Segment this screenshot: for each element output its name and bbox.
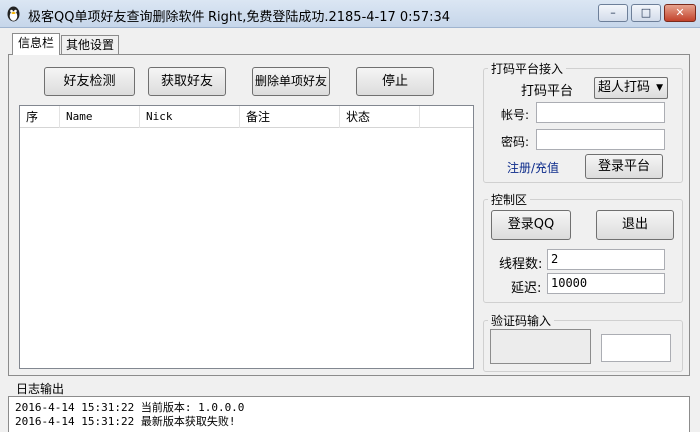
maximize-button[interactable]: □ xyxy=(631,4,661,22)
platform-select-value: 超人打码 xyxy=(598,80,651,95)
stop-button[interactable]: 停止 xyxy=(356,67,434,96)
window-status-text: Right,免费登陆成功.2185-4-17 0:57:34 xyxy=(208,10,451,25)
captcha-image xyxy=(490,329,591,364)
friend-check-button[interactable]: 好友检测 xyxy=(44,67,135,96)
column-header-nick[interactable]: Nick xyxy=(140,106,240,128)
window-title: 极客QQ单项好友查询删除软件 xyxy=(28,10,205,25)
password-label: 密码: xyxy=(501,135,530,149)
log-output-box[interactable]: 2016-4-14 15:31:22 当前版本: 1.0.0.0 2016-4-… xyxy=(8,396,690,432)
friend-list-table[interactable]: 序 Name Nick 备注 状态 xyxy=(19,105,474,369)
login-qq-button[interactable]: 登录QQ xyxy=(491,210,571,240)
table-header: 序 Name Nick 备注 状态 xyxy=(20,106,473,128)
exit-button[interactable]: 退出 xyxy=(596,210,674,240)
column-header-status[interactable]: 状态 xyxy=(340,106,420,128)
column-header-name[interactable]: Name xyxy=(60,106,140,128)
penguin-icon xyxy=(7,6,20,22)
column-header-remark[interactable]: 备注 xyxy=(240,106,340,128)
captcha-input-group-label: 验证码输入 xyxy=(488,312,555,329)
account-input[interactable] xyxy=(536,102,665,123)
register-recharge-link[interactable]: 注册/充值 xyxy=(507,159,559,176)
platform-select[interactable]: 超人打码 ▼ xyxy=(594,77,668,99)
platform-label: 打码平台 xyxy=(521,84,574,99)
minimize-button[interactable]: – xyxy=(598,4,628,22)
title-bar[interactable]: 极客QQ单项好友查询删除软件 Right,免费登陆成功.2185-4-17 0:… xyxy=(0,0,700,28)
close-button[interactable]: ✕ xyxy=(664,4,696,22)
log-line: 2016-4-14 15:31:22 最新版本获取失败! xyxy=(15,415,236,428)
captcha-platform-group-label: 打码平台接入 xyxy=(488,60,567,77)
threads-label: 线程数: xyxy=(499,257,543,272)
get-friends-button[interactable]: 获取好友 xyxy=(148,67,226,96)
threads-input[interactable]: 2 xyxy=(547,249,665,270)
password-input[interactable] xyxy=(536,129,665,150)
captcha-code-input[interactable] xyxy=(601,334,671,362)
column-header-index[interactable]: 序 xyxy=(20,106,60,128)
delete-single-friend-button[interactable]: 删除单项好友 xyxy=(252,67,330,96)
delay-input[interactable]: 10000 xyxy=(547,273,665,294)
tab-info[interactable]: 信息栏 xyxy=(12,33,60,55)
account-label: 帐号: xyxy=(501,108,530,122)
platform-login-button[interactable]: 登录平台 xyxy=(585,154,663,179)
chevron-down-icon: ▼ xyxy=(656,83,663,93)
tab-other-settings[interactable]: 其他设置 xyxy=(61,35,119,55)
control-group-label: 控制区 xyxy=(488,191,531,208)
delay-label: 延迟: xyxy=(511,281,542,296)
log-output-label: 日志输出 xyxy=(16,382,65,396)
